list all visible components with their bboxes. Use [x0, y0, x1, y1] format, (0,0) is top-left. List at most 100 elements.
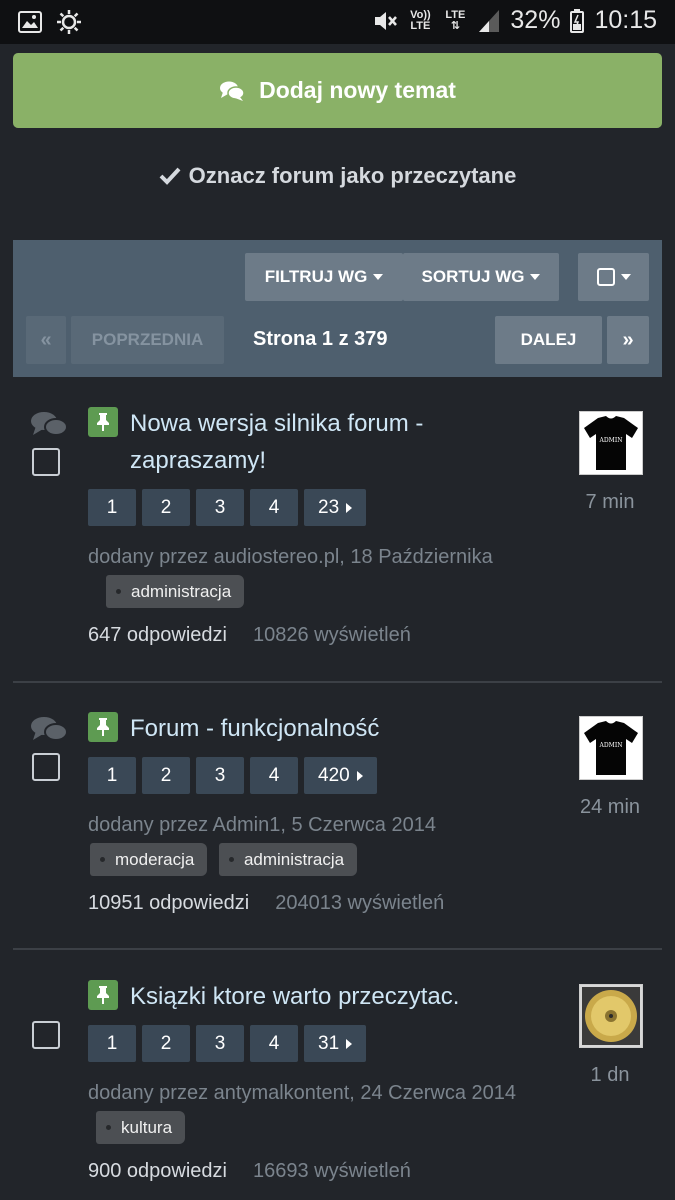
tag-link[interactable]: kultura: [96, 1111, 186, 1145]
first-page-symbol: «: [40, 328, 52, 351]
tag-link[interactable]: moderacja: [90, 843, 208, 877]
thread-title-link[interactable]: Forum - funkcjonalność: [130, 710, 550, 747]
page-link[interactable]: 3: [196, 1025, 244, 1062]
image-icon: [18, 11, 42, 33]
pin-icon: [88, 407, 118, 437]
volte-indicator: Vo)) LTE: [410, 8, 431, 32]
avatar[interactable]: [579, 984, 643, 1048]
next-label: DALEJ: [520, 330, 577, 349]
tag-link[interactable]: administracja: [106, 575, 245, 609]
previous-label: POPRZEDNIA: [91, 330, 204, 349]
thread-meta: dodany przez audiostereo.pl, 18 Paździer…: [88, 540, 558, 609]
tag-label: administracja: [131, 581, 232, 601]
page-link[interactable]: 4: [250, 489, 298, 526]
replies-count: 10951 odpowiedzi: [88, 892, 250, 914]
thread-stats: 647 odpowiedzi 10826 wyświetleń: [88, 624, 411, 647]
page-indicator: Strona 1 z 379: [253, 328, 388, 350]
tag-label: administracja: [243, 849, 345, 869]
tag-dot: [116, 589, 121, 595]
mark-forum-read-link[interactable]: Oznacz forum jako przeczytane: [0, 156, 675, 196]
caret-right-icon: [356, 770, 363, 781]
select-all-dropdown[interactable]: [578, 253, 649, 301]
page-links: 1 2 3 4 23: [88, 489, 367, 526]
sort-dropdown[interactable]: SORTUJ WG: [403, 253, 559, 301]
avatar[interactable]: ADMIN: [579, 411, 643, 475]
page-links: 1 2 3 4 420: [88, 757, 377, 794]
thread-checkbox[interactable]: [32, 448, 60, 476]
pin-icon: [88, 712, 118, 742]
tag-link[interactable]: administracja: [218, 843, 358, 877]
tshirt-icon: ADMIN: [584, 721, 638, 775]
last-post-time: 24 min: [579, 796, 641, 818]
page-link[interactable]: 4: [250, 1025, 298, 1062]
page-link[interactable]: 2: [142, 489, 190, 526]
thread-author-date: dodany przez antymalkontent, 24 Czerwca …: [88, 1082, 517, 1104]
caret-right-icon: [346, 502, 353, 513]
pin-icon: [88, 980, 118, 1010]
page-number: 31: [318, 1032, 340, 1054]
filter-dropdown[interactable]: FILTRUJ WG: [245, 253, 403, 301]
replies-count: 900 odpowiedzi: [88, 1160, 227, 1182]
views-count: 10826 wyświetleń: [253, 624, 411, 646]
chevron-down-icon: [620, 274, 631, 280]
last-page-link[interactable]: 420: [304, 757, 377, 794]
gold-disc-icon: [582, 987, 640, 1045]
page-number: 23: [318, 496, 340, 518]
tag-dot: [106, 1125, 111, 1131]
avatar-text: ADMIN: [599, 437, 623, 444]
thread-checkbox[interactable]: [32, 753, 60, 781]
thread-meta: dodany przez Admin1, 5 Czerwca 2014 mode…: [88, 808, 558, 877]
comments-icon: [220, 81, 245, 101]
page-link[interactable]: 2: [142, 1025, 190, 1062]
avatar[interactable]: ADMIN: [579, 716, 643, 780]
comments-icon: [31, 412, 68, 436]
tag-label: moderacja: [115, 849, 195, 869]
mark-read-label: Oznacz forum jako przeczytane: [188, 163, 517, 188]
thread-meta: dodany przez antymalkontent, 24 Czerwca …: [88, 1076, 558, 1145]
page-number: 420: [318, 764, 350, 786]
signal-icon: [479, 9, 500, 32]
tag-dot: [228, 857, 234, 863]
thread-title-link[interactable]: Ksiązki ktore warto przeczytac.: [130, 978, 550, 1015]
chevron-down-icon: [373, 274, 384, 280]
thread-author-date: dodany przez Admin1, 5 Czerwca 2014: [88, 814, 436, 836]
clock: 10:15: [594, 6, 657, 34]
first-page-button[interactable]: «: [26, 316, 66, 364]
new-topic-button[interactable]: Dodaj nowy temat: [13, 53, 662, 128]
lte-label: LTE: [445, 8, 466, 21]
page-link[interactable]: 4: [250, 757, 298, 794]
page-links: 1 2 3 4 31: [88, 1025, 367, 1062]
filter-label: FILTRUJ WG: [264, 267, 368, 286]
page-link[interactable]: 1: [88, 757, 136, 794]
last-post-time: 1 dn: [590, 1064, 630, 1086]
lte-indicator: LTE ⇅: [445, 8, 466, 32]
page-link[interactable]: 3: [196, 489, 244, 526]
last-page-link[interactable]: 31: [304, 1025, 367, 1062]
divider: [13, 948, 662, 950]
previous-page-button[interactable]: POPRZEDNIA: [71, 316, 224, 364]
check-icon: [159, 167, 181, 185]
page-link[interactable]: 2: [142, 757, 190, 794]
last-post-time: 7 min: [585, 491, 635, 513]
last-page-button[interactable]: »: [607, 316, 649, 364]
settings-icon: [57, 10, 81, 34]
tag-dot: [100, 857, 105, 863]
caret-right-icon: [346, 1038, 353, 1049]
next-page-button[interactable]: DALEJ: [495, 316, 602, 364]
tshirt-icon: ADMIN: [584, 416, 638, 470]
avatar-text: ADMIN: [599, 742, 623, 749]
replies-count: 647 odpowiedzi: [88, 624, 227, 646]
thread-author-date: dodany przez audiostereo.pl, 18 Paździer…: [88, 546, 493, 568]
thread-checkbox[interactable]: [32, 1021, 60, 1049]
thread-title-link[interactable]: Nowa wersja silnika forum - zapraszamy!: [130, 405, 550, 479]
comments-icon: [31, 717, 68, 741]
status-bar: Vo)) LTE LTE ⇅ 32% 10:15: [0, 0, 675, 44]
views-count: 16693 wyświetleń: [253, 1160, 411, 1182]
battery-percent: 32%: [510, 6, 561, 34]
page-link[interactable]: 3: [196, 757, 244, 794]
thread-stats: 900 odpowiedzi 16693 wyświetleń: [88, 1160, 411, 1183]
last-page-link[interactable]: 23: [304, 489, 367, 526]
page-link[interactable]: 1: [88, 1025, 136, 1062]
page-link[interactable]: 1: [88, 489, 136, 526]
mute-icon: [375, 11, 398, 30]
